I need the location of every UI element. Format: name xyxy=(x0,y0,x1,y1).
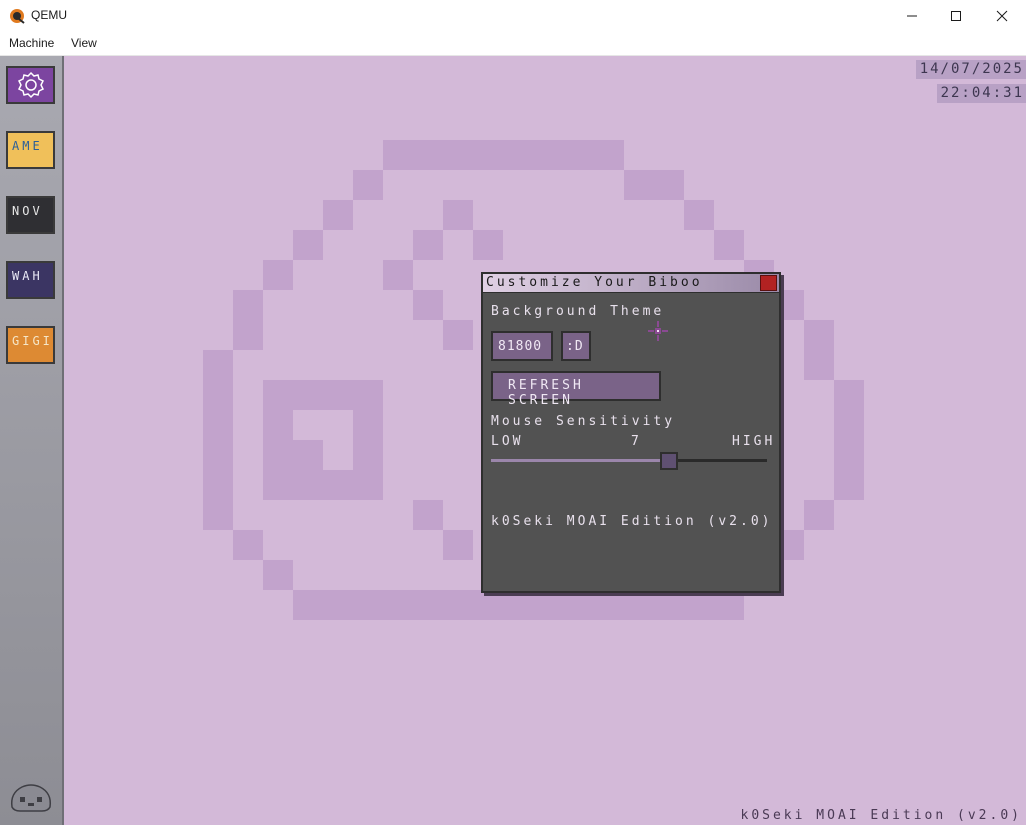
dialog-titlebar[interactable]: Customize Your Biboo xyxy=(483,274,779,293)
maximize-button[interactable] xyxy=(933,0,979,32)
close-icon xyxy=(996,10,1008,22)
theme-suffix-button[interactable]: :D xyxy=(561,331,591,361)
sensitivity-slider-thumb[interactable] xyxy=(660,452,678,470)
background-theme-label: Background Theme xyxy=(491,304,665,319)
date-display: 14/07/2025 xyxy=(915,60,1026,79)
dialog-title: Customize Your Biboo xyxy=(486,275,703,290)
menu-bar: Machine View xyxy=(0,32,1026,56)
qemu-app-icon xyxy=(10,9,25,24)
minimize-button[interactable] xyxy=(889,0,935,32)
sensitivity-slider-fill xyxy=(491,459,671,462)
sensitivity-slider-track[interactable] xyxy=(491,459,767,462)
sidebar-item-wah[interactable]: WAH xyxy=(6,261,55,299)
menu-machine[interactable]: Machine xyxy=(9,36,54,50)
gear-icon xyxy=(17,71,44,99)
window-title: QEMU xyxy=(31,8,67,22)
menu-view[interactable]: View xyxy=(71,36,97,50)
sensitivity-value: 7 xyxy=(631,434,642,449)
theme-value-field[interactable]: 81800 xyxy=(491,331,553,361)
sensitivity-high-label: HIGH xyxy=(732,434,776,449)
mouse-sensitivity-label: Mouse Sensitivity xyxy=(491,414,676,429)
dialog-edition-text: k0Seki MOAI Edition (v2.0) xyxy=(491,514,773,529)
crosshair-cursor-icon xyxy=(648,321,668,341)
sensitivity-low-label: LOW xyxy=(491,434,524,449)
maximize-icon xyxy=(951,11,961,21)
footer-edition-text: k0Seki MOAI Edition (v2.0) xyxy=(740,808,1022,823)
close-button[interactable] xyxy=(979,0,1025,32)
time-display: 22:04:31 xyxy=(936,84,1026,103)
sidebar-item-nov[interactable]: NOV xyxy=(6,196,55,234)
minimize-icon xyxy=(907,15,917,17)
sidebar-item-ame[interactable]: AME xyxy=(6,131,55,169)
sidebar-item-gigi[interactable]: GIGI xyxy=(6,326,55,364)
refresh-screen-button[interactable]: REFRESH SCREEN xyxy=(491,371,661,408)
customize-dialog: Customize Your Biboo Background Theme 81… xyxy=(481,272,781,593)
guest-screen[interactable]: AME NOV WAH GIGI 14/07/2025 22:04:31 Cus… xyxy=(0,56,1026,825)
window-titlebar: QEMU xyxy=(0,0,1026,32)
mascot-icon xyxy=(10,784,52,812)
dialog-close-button[interactable] xyxy=(760,275,777,291)
sidebar: AME NOV WAH GIGI xyxy=(0,56,64,825)
settings-button[interactable] xyxy=(6,66,55,104)
